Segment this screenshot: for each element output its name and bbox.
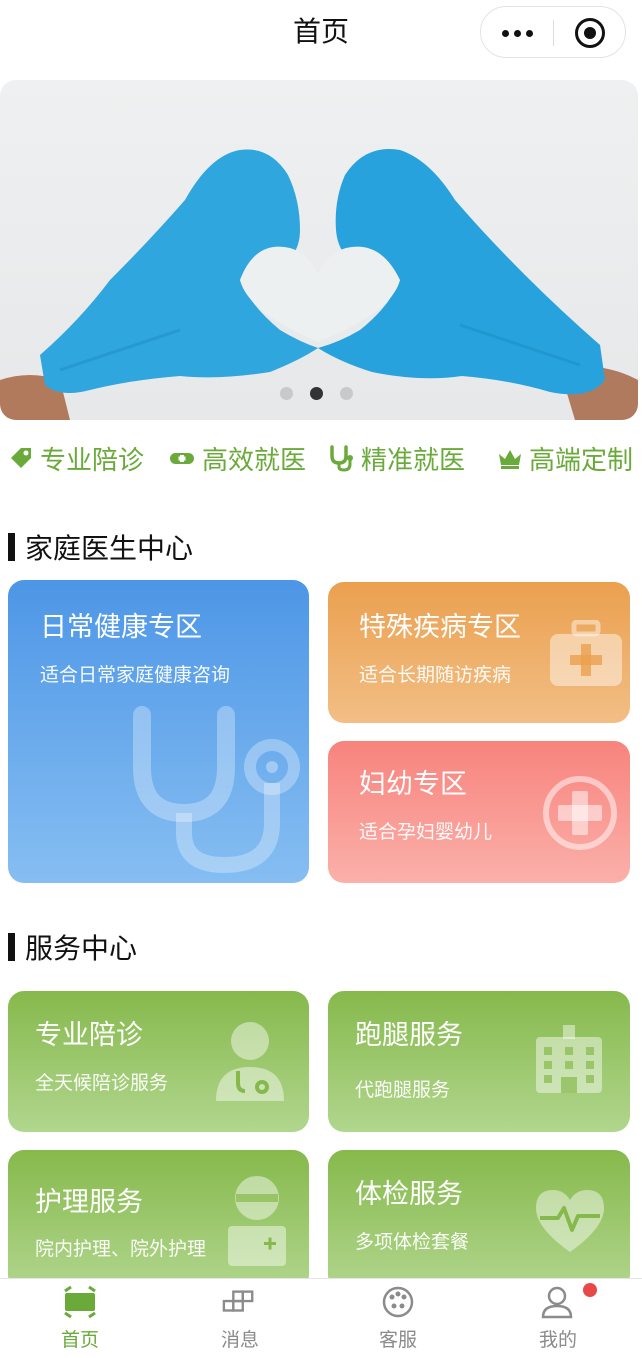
- card-title: 跑腿服务: [355, 1020, 463, 1051]
- escort-service-card[interactable]: 专业陪诊 全天候陪诊服务: [8, 991, 309, 1132]
- mini-program-capsule: [480, 6, 626, 58]
- stethoscope-icon: [133, 706, 300, 874]
- card-subtitle: 适合长期随访疾病: [359, 664, 512, 686]
- feature-escort[interactable]: 专业陪诊: [8, 436, 144, 480]
- tag-icon: [11, 448, 31, 468]
- feature-label: 高端定制: [529, 445, 634, 476]
- section-marker: [8, 533, 15, 561]
- first-aid-kit-icon: [550, 620, 622, 686]
- section-title-text: 服务中心: [25, 932, 138, 965]
- pill-icon: [170, 453, 194, 464]
- gloved-hands-heart-image: [0, 149, 638, 420]
- maternal-child-card[interactable]: 妇幼专区 适合孕妇婴幼儿: [328, 741, 630, 883]
- card-subtitle: 代跑腿服务: [355, 1079, 451, 1101]
- special-disease-card[interactable]: 特殊疾病专区 适合长期随访疾病: [328, 582, 630, 723]
- card-subtitle: 院内护理、院外护理: [35, 1238, 207, 1260]
- banner-carousel[interactable]: [0, 80, 638, 420]
- tab-messages[interactable]: 消息: [160, 1279, 320, 1358]
- carousel-indicator: [280, 387, 353, 400]
- feature-efficient[interactable]: 高效就医: [168, 436, 306, 480]
- card-subtitle: 适合日常家庭健康咨询: [40, 664, 231, 686]
- home-icon: [64, 1285, 96, 1319]
- tab-label: 我的: [538, 1329, 577, 1351]
- feature-label: 精准就医: [361, 445, 466, 476]
- hospital-building-icon: [536, 1025, 602, 1093]
- section-title-services: 服务中心: [8, 927, 137, 967]
- doctor-icon: [216, 1022, 284, 1101]
- feature-label: 专业陪诊: [40, 445, 145, 476]
- tab-home[interactable]: 首页: [0, 1279, 160, 1358]
- user-icon: [541, 1286, 573, 1319]
- bottom-tab-bar: 首页 消息 客服 我的: [0, 1278, 642, 1358]
- carousel-dot[interactable]: [340, 387, 353, 400]
- section-title-text: 家庭医生中心: [25, 532, 194, 565]
- card-title: 体检服务: [355, 1179, 463, 1210]
- stethoscope-icon: [330, 445, 353, 472]
- card-title: 日常健康专区: [40, 612, 202, 643]
- crown-icon: [499, 450, 521, 469]
- checkup-service-card[interactable]: 体检服务 多项体检套餐: [328, 1150, 630, 1291]
- capsule-divider: [553, 20, 554, 46]
- notification-badge: [583, 1283, 597, 1297]
- card-title: 妇幼专区: [359, 769, 467, 800]
- feature-precise[interactable]: 精准就医: [327, 436, 465, 480]
- support-icon: [382, 1286, 414, 1318]
- more-options-icon[interactable]: [481, 7, 553, 59]
- close-mini-program-icon[interactable]: [575, 18, 605, 48]
- section-marker: [8, 933, 15, 961]
- card-subtitle: 多项体检套餐: [355, 1231, 470, 1253]
- card-title: 特殊疾病专区: [359, 612, 521, 643]
- carousel-dot-active[interactable]: [310, 387, 323, 400]
- feature-row: 专业陪诊 高效就医 精准就医 高端定制: [0, 436, 642, 480]
- card-title: 护理服务: [35, 1187, 143, 1218]
- carousel-dot[interactable]: [280, 387, 293, 400]
- heartbeat-icon: [536, 1190, 604, 1252]
- feature-label: 高效就医: [202, 445, 307, 476]
- section-title-family: 家庭医生中心: [8, 527, 193, 567]
- nurse-icon: [228, 1176, 286, 1266]
- tab-label: 首页: [60, 1329, 99, 1351]
- medical-cross-icon: [543, 776, 617, 850]
- tab-label: 消息: [220, 1329, 259, 1351]
- card-subtitle: 适合孕妇婴幼儿: [359, 821, 493, 843]
- navigation-bar: 首页: [0, 0, 642, 64]
- tab-mine[interactable]: 我的: [478, 1279, 638, 1358]
- nursing-service-card[interactable]: 护理服务 院内护理、院外护理: [8, 1150, 309, 1291]
- daily-health-card[interactable]: 日常健康专区 适合日常家庭健康咨询: [8, 580, 309, 883]
- messages-icon: [222, 1290, 254, 1312]
- tab-label: 客服: [378, 1329, 417, 1351]
- feature-custom[interactable]: 高端定制: [497, 436, 633, 480]
- errand-service-card[interactable]: 跑腿服务 代跑腿服务: [328, 991, 630, 1132]
- tab-support[interactable]: 客服: [318, 1279, 478, 1358]
- card-subtitle: 全天候陪诊服务: [35, 1072, 169, 1094]
- card-title: 专业陪诊: [35, 1020, 143, 1051]
